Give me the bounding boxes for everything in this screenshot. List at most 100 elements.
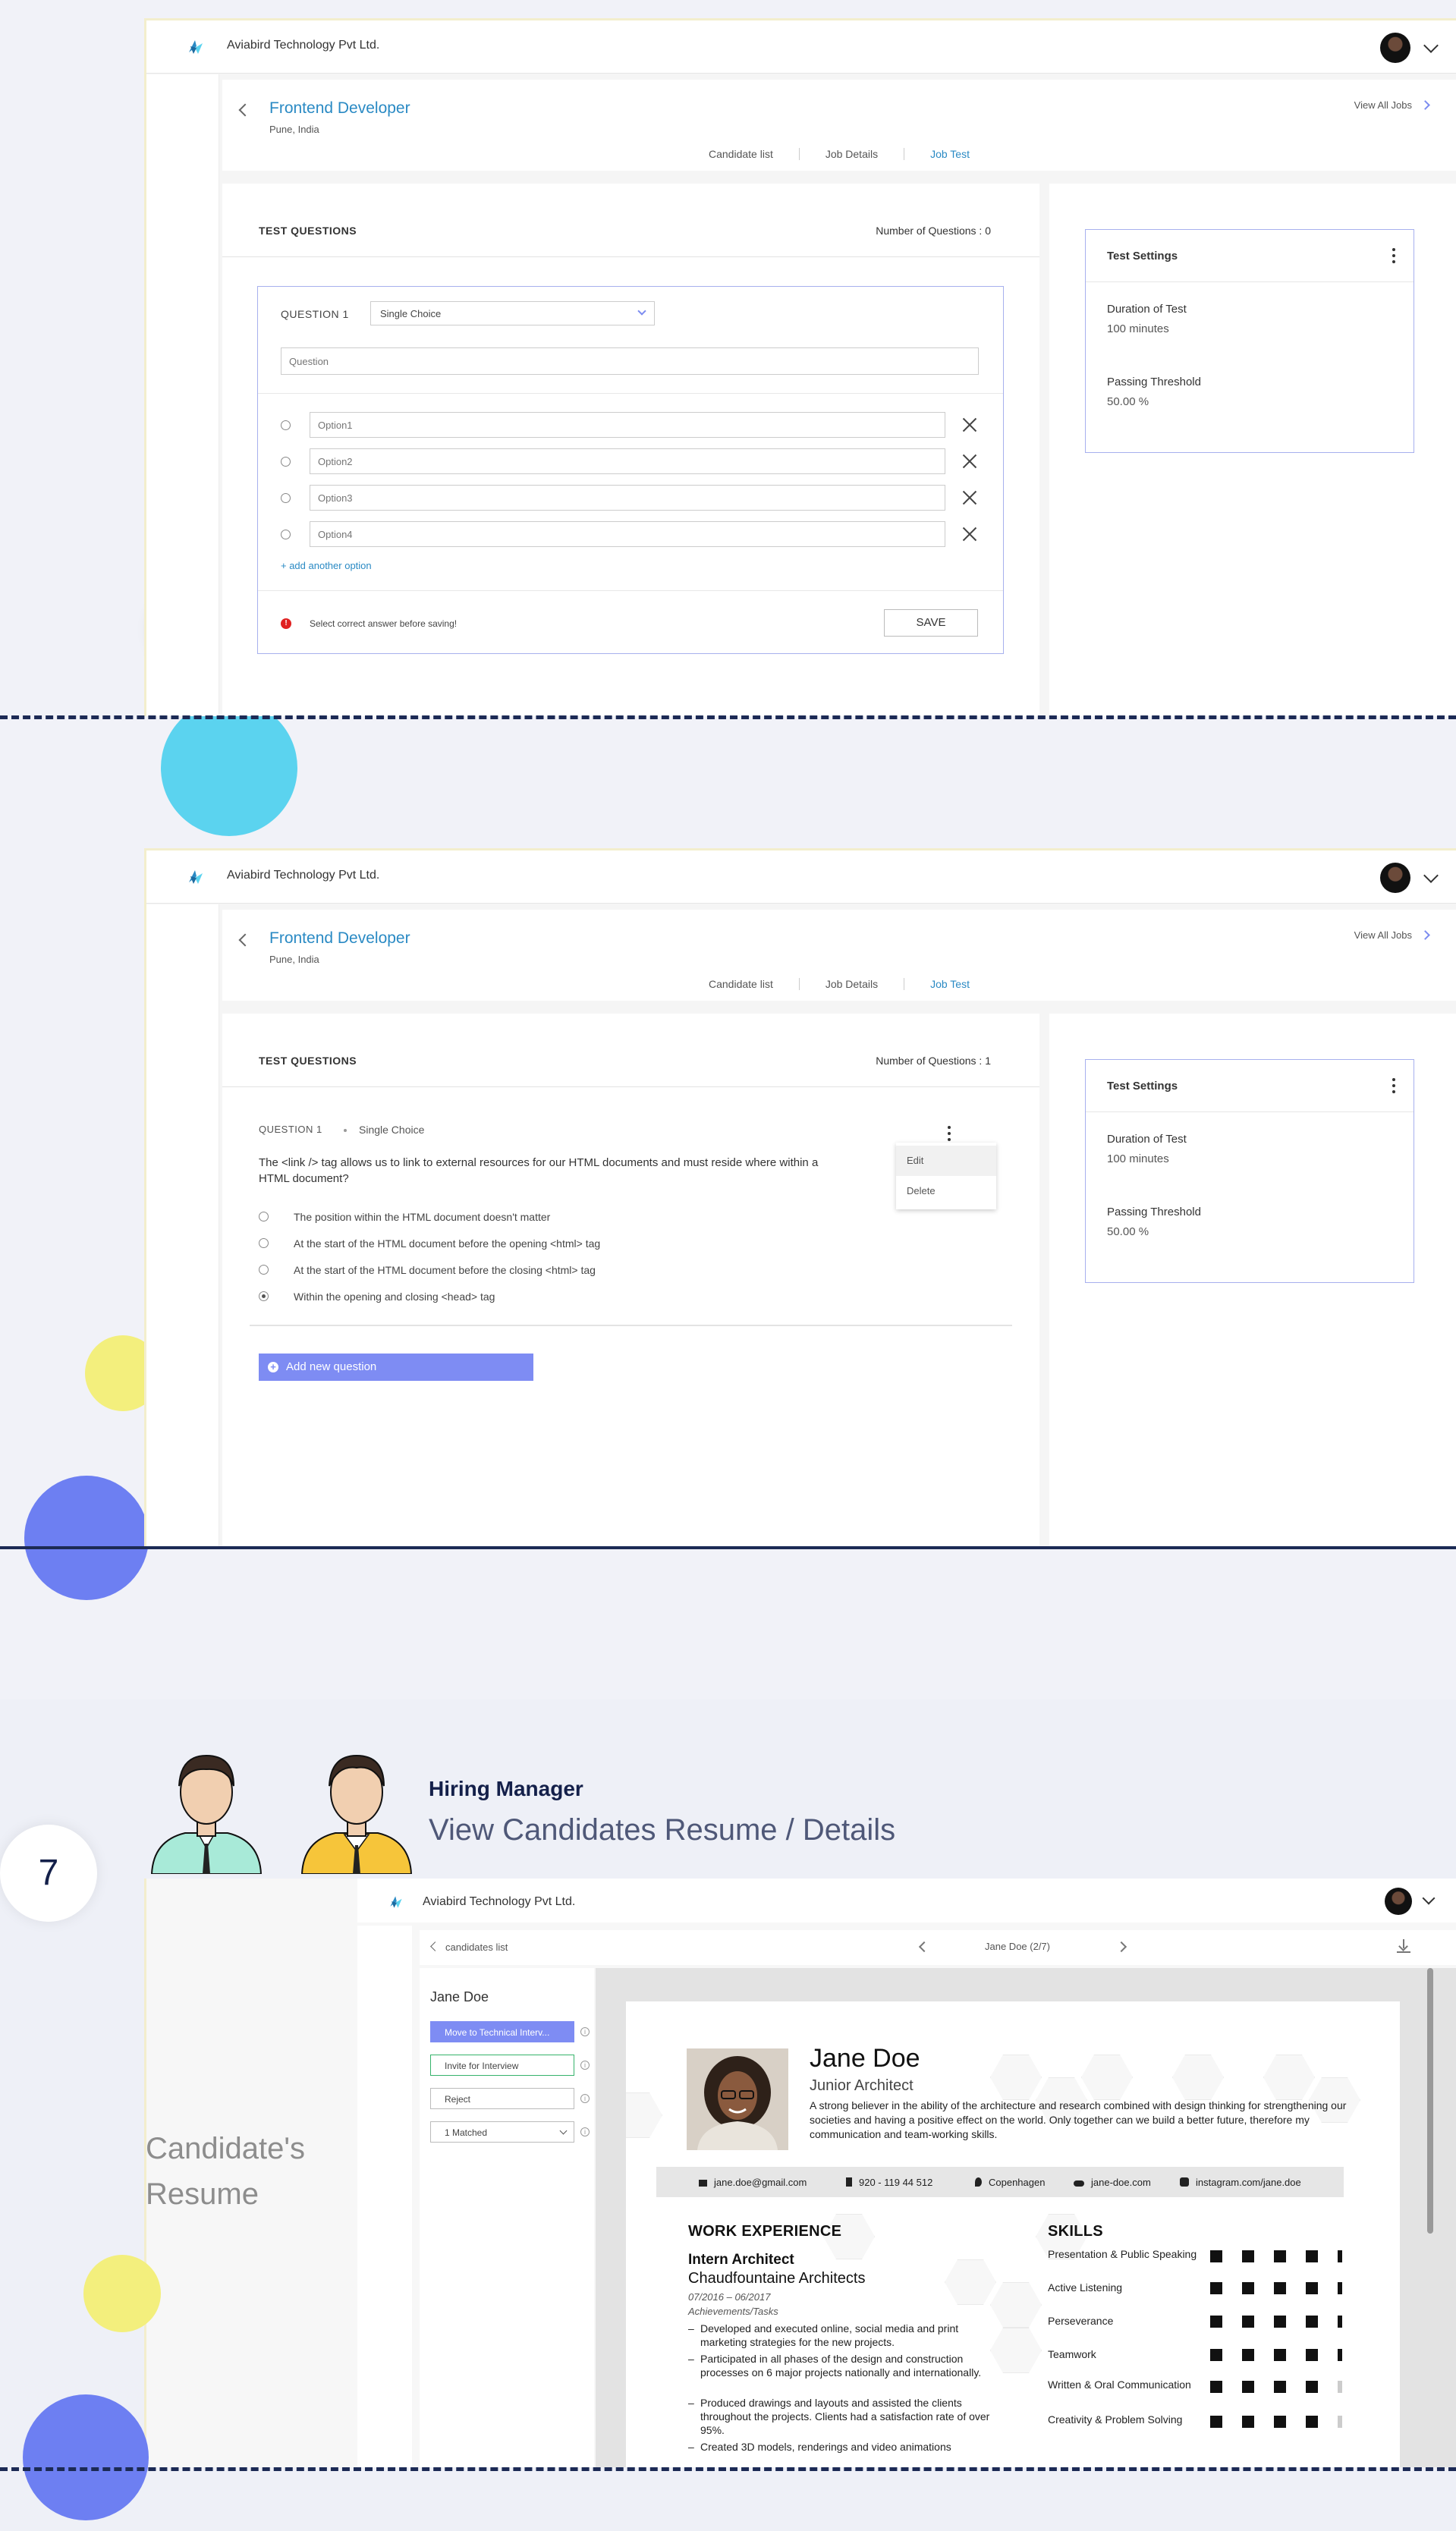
sidebar — [146, 74, 219, 716]
save-button[interactable]: SAVE — [884, 609, 978, 637]
contact-website: jane-doe.com — [1074, 2177, 1151, 2188]
number-of-questions: Number of Questions : 1 — [876, 1055, 991, 1067]
close-icon[interactable] — [961, 416, 979, 434]
view-all-jobs-link[interactable]: View All Jobs — [1354, 99, 1412, 111]
tab-job-test[interactable]: Job Test — [904, 148, 995, 160]
tab-job-details[interactable]: Job Details — [800, 978, 905, 990]
skill-level-square — [1210, 2282, 1222, 2294]
step-number-badge: 7 — [0, 1825, 97, 1922]
question-input[interactable] — [281, 347, 979, 375]
info-icon[interactable]: i — [580, 2061, 590, 2070]
more-options-icon[interactable] — [948, 1126, 951, 1144]
option-radio[interactable] — [281, 530, 291, 539]
more-options-icon[interactable] — [1392, 1078, 1395, 1095]
question-actions-menu: Edit Delete — [896, 1143, 996, 1209]
section-divider-dashed — [0, 715, 1456, 719]
skill-level-square — [1274, 2349, 1286, 2361]
app-frame-question-list: Aviabird Technology Pvt Ltd. Frontend De… — [144, 848, 1456, 1546]
close-icon[interactable] — [961, 525, 979, 543]
tab-candidate-list[interactable]: Candidate list — [683, 978, 800, 990]
option-row — [281, 521, 986, 547]
skill-level-square — [1210, 2381, 1222, 2393]
back-icon[interactable] — [238, 103, 252, 117]
answer-radio-selected[interactable] — [259, 1291, 269, 1301]
invite-for-interview-button[interactable]: Invite for Interview — [430, 2055, 574, 2076]
duration-label: Duration of Test — [1107, 303, 1187, 316]
answer-radio[interactable] — [259, 1212, 269, 1221]
close-icon[interactable] — [961, 489, 979, 507]
close-icon[interactable] — [961, 452, 979, 470]
test-settings-card: Test Settings Duration of Test 100 minut… — [1085, 229, 1414, 453]
view-all-jobs-link[interactable]: View All Jobs — [1354, 929, 1412, 941]
skill-level-square — [1242, 2349, 1254, 2361]
sidebar — [357, 1926, 412, 2467]
contact-email-text: jane.doe@gmail.com — [714, 2177, 807, 2188]
option-radio[interactable] — [281, 493, 291, 503]
answer-radio[interactable] — [259, 1265, 269, 1275]
move-to-technical-interview-button[interactable]: Move to Technical Interv... — [430, 2021, 574, 2042]
tab-job-test[interactable]: Job Test — [904, 978, 995, 990]
user-avatar[interactable] — [1380, 863, 1410, 893]
user-avatar[interactable] — [1385, 1888, 1412, 1915]
back-icon[interactable] — [430, 1941, 440, 1951]
skill-level-square — [1338, 2282, 1342, 2294]
test-settings-card: Test Settings Duration of Test 100 minut… — [1085, 1059, 1414, 1283]
question-type-select[interactable]: Single Choice — [370, 301, 655, 325]
option-radio[interactable] — [281, 420, 291, 430]
info-icon[interactable]: i — [580, 2127, 590, 2136]
more-options-icon[interactable] — [1392, 248, 1395, 265]
chevron-down-icon — [637, 307, 646, 316]
aviabird-logo-icon — [189, 40, 203, 54]
skill-name: Written & Oral Communication — [1048, 2379, 1191, 2391]
candidate-name: Jane Doe — [430, 1989, 489, 2004]
add-option-link[interactable]: + add another option — [281, 560, 372, 571]
skill-name: Presentation & Public Speaking — [1048, 2248, 1197, 2260]
skill-level-square — [1242, 2316, 1254, 2328]
chevron-right-icon[interactable] — [1420, 930, 1430, 940]
match-status-select[interactable]: 1 Matched — [430, 2121, 574, 2143]
skill-level-square — [1210, 2416, 1222, 2428]
chevron-left-icon[interactable] — [918, 1941, 930, 1953]
skill-name: Active Listening — [1048, 2281, 1123, 2294]
back-icon[interactable] — [238, 933, 252, 947]
viewer-scrollbar[interactable] — [1427, 1968, 1433, 2234]
skill-level — [1210, 2250, 1347, 2262]
link-icon — [1074, 2180, 1084, 2187]
answer-radio[interactable] — [259, 1238, 269, 1248]
info-icon[interactable]: i — [580, 2094, 590, 2103]
download-icon[interactable] — [1397, 1939, 1410, 1953]
chevron-down-icon[interactable] — [1423, 868, 1439, 883]
option-input[interactable] — [310, 485, 945, 511]
option-input[interactable] — [310, 521, 945, 547]
chevron-down-icon — [559, 2127, 568, 2135]
achievement-item: Produced drawings and layouts and assist… — [688, 2396, 999, 2437]
threshold-label: Passing Threshold — [1107, 1206, 1201, 1218]
user-avatar[interactable] — [1380, 33, 1410, 63]
tab-job-details[interactable]: Job Details — [800, 148, 905, 160]
chevron-down-icon[interactable] — [1423, 38, 1439, 53]
tab-candidate-list[interactable]: Candidate list — [683, 148, 800, 160]
chevron-right-icon[interactable] — [1115, 1941, 1127, 1953]
info-icon[interactable]: i — [580, 2027, 590, 2036]
caption-line-1: Candidate's — [146, 2132, 305, 2165]
decor-circle-cyan — [161, 700, 297, 836]
duration-label: Duration of Test — [1107, 1133, 1187, 1146]
divider — [1086, 281, 1414, 282]
add-new-question-button[interactable]: + Add new question — [259, 1354, 533, 1381]
decor-circle-blue — [23, 2394, 149, 2520]
email-icon — [699, 2180, 707, 2187]
candidates-list-link[interactable]: candidates list — [445, 1941, 508, 1953]
menu-item-edit[interactable]: Edit — [896, 1146, 996, 1176]
resume-summary: A strong believer in the ability of the … — [810, 2099, 1347, 2140]
option-radio[interactable] — [281, 457, 291, 467]
settings-title: Test Settings — [1107, 250, 1178, 263]
skill-level-square — [1274, 2416, 1286, 2428]
section-title: TEST QUESTIONS — [259, 1055, 357, 1067]
reject-button[interactable]: Reject — [430, 2088, 574, 2109]
answer-text: At the start of the HTML document before… — [294, 1264, 596, 1276]
menu-item-delete[interactable]: Delete — [896, 1176, 996, 1206]
option-input[interactable] — [310, 412, 945, 438]
option-input[interactable] — [310, 448, 945, 474]
chevron-right-icon[interactable] — [1420, 100, 1430, 110]
skill-level — [1210, 2416, 1347, 2428]
